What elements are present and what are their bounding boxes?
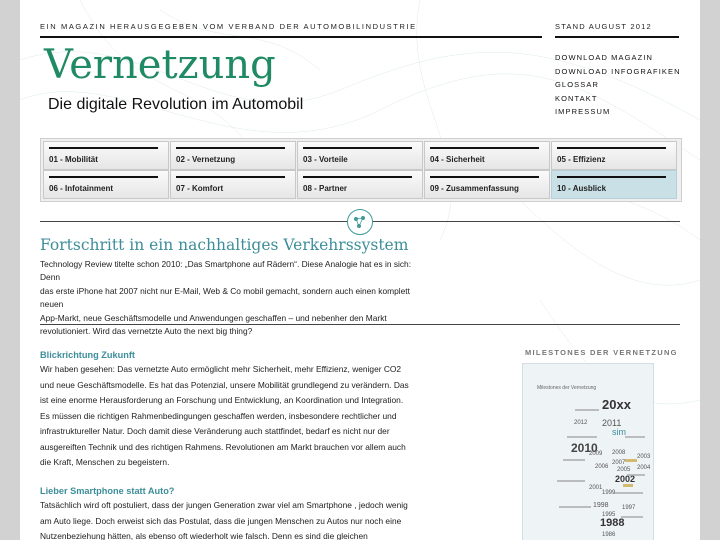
chapter-tab-07[interactable]: 07 - Komfort <box>170 170 296 199</box>
section-intro: Technology Review titelte schon 2010: „D… <box>40 258 425 338</box>
intro-line: Technology Review titelte schon 2010: „D… <box>40 259 412 283</box>
intro-line: revolutioniert. Wird das vernetzte Auto … <box>40 326 253 337</box>
chapter-tab-02[interactable]: 02 - Vernetzung <box>170 141 296 170</box>
impressum-link[interactable]: IMPRESSUM <box>555 105 681 119</box>
chapter-tab-label: 10 - Ausblick <box>557 184 607 193</box>
network-node-icon <box>347 209 373 235</box>
chapter-tab-04[interactable]: 04 - Sicherheit <box>424 141 550 170</box>
article-line: Nutzenbeziehung hätten, als ebenso oft w… <box>40 531 368 540</box>
chapter-tab-label: 06 - Infotainment <box>49 184 114 193</box>
article-line: ausgereiften Technik und des richtigen R… <box>40 441 406 452</box>
download-magazin-link[interactable]: DOWNLOAD MAGAZIN <box>555 51 681 65</box>
section-heading: Fortschritt in ein nachhaltiges Verkehrs… <box>40 236 409 254</box>
article-line: am Auto liege. Doch erweist sich das Pos… <box>40 515 402 526</box>
article-line: ist eine enorme Herausforderung an Forsc… <box>40 395 404 405</box>
header-rule-right <box>555 36 679 38</box>
milestones-glyph-art <box>557 409 645 518</box>
article-line: die Kraft, Menschen zu begeistern. <box>40 457 170 467</box>
intro-line: das erste iPhone hat 2007 nicht nur E-Ma… <box>40 285 410 310</box>
chapter-tab-09[interactable]: 09 - Zusammenfassung <box>424 170 550 199</box>
chapter-tab-label: 04 - Sicherheit <box>430 155 485 164</box>
article-smartphone: Lieber Smartphone statt Auto? Tatsächlic… <box>40 484 500 540</box>
header-rule <box>40 36 542 38</box>
article-line: infrastruktureller Natur. Doch damit die… <box>40 426 390 436</box>
chapter-tab-label: 01 - Mobilität <box>49 155 98 164</box>
utility-nav: DOWNLOAD MAGAZIN DOWNLOAD INFOGRAFIKEN G… <box>555 51 681 119</box>
chapter-tab-label: 02 - Vernetzung <box>176 155 236 164</box>
article-line: Es müssen die richtigen Rahmenbedingunge… <box>40 410 397 421</box>
article-heading: Blickrichtung Zukunft <box>40 350 135 360</box>
chapter-tab-08[interactable]: 08 - Partner <box>297 170 423 199</box>
page-title: Vernetzung <box>44 42 276 88</box>
article-heading: Lieber Smartphone statt Auto? <box>40 486 175 496</box>
chapter-tab-06[interactable]: 06 - Infotainment <box>43 170 169 199</box>
kontakt-link[interactable]: KONTAKT <box>555 92 681 106</box>
intro-divider <box>40 324 680 325</box>
chapter-tab-label: 07 - Komfort <box>176 184 224 193</box>
glossar-link[interactable]: GLOSSAR <box>555 78 681 92</box>
header-tagline: EIN MAGAZIN HERAUSGEGEBEN VOM VERBAND DE… <box>40 22 417 31</box>
page-subtitle: Die digitale Revolution im Automobil <box>48 96 304 113</box>
chapter-tab-10-active[interactable]: 10 - Ausblick <box>551 170 677 199</box>
chapter-tab-05[interactable]: 05 - Effizienz <box>551 141 677 170</box>
milestones-infographic[interactable]: Milestones der Vernetzung 20xx 2012 2011… <box>522 363 654 540</box>
article-line: und neue Geschäftsmodelle. Es hat das Po… <box>40 379 409 390</box>
chapter-tab-label: 05 - Effizienz <box>557 155 606 164</box>
chapter-menu: 01 - Mobilität 02 - Vernetzung 03 - Vort… <box>40 138 682 202</box>
download-infografiken-link[interactable]: DOWNLOAD INFOGRAFIKEN <box>555 65 681 79</box>
article-line: Wir haben gesehen: Das vernetzte Auto er… <box>40 364 402 374</box>
article-line: Tatsächlich wird oft postuliert, dass de… <box>40 500 408 510</box>
milestones-title: MILESTONES DER VERNETZUNG <box>525 348 678 357</box>
chapter-tab-01[interactable]: 01 - Mobilität <box>43 141 169 170</box>
edition-date: STAND AUGUST 2012 <box>555 22 652 31</box>
chapter-tab-label: 03 - Vorteile <box>303 155 348 164</box>
chapter-tab-label: 09 - Zusammenfassung <box>430 184 519 193</box>
chapter-tab-label: 08 - Partner <box>303 184 348 193</box>
article-blickrichtung: Blickrichtung Zukunft Wir haben gesehen:… <box>40 348 500 471</box>
page: EIN MAGAZIN HERAUSGEGEBEN VOM VERBAND DE… <box>20 0 700 540</box>
chapter-tab-03[interactable]: 03 - Vorteile <box>297 141 423 170</box>
